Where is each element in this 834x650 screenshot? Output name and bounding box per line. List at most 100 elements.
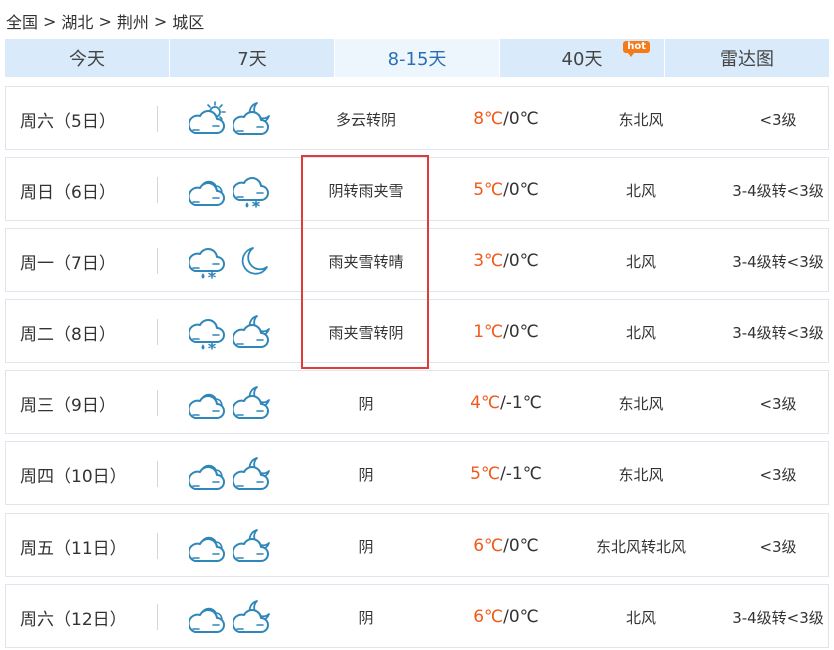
tab-label: 今天 bbox=[69, 49, 105, 70]
tab-today[interactable]: 今天 bbox=[5, 39, 169, 77]
moon-icon bbox=[233, 241, 271, 281]
wind-direction: 东北风 bbox=[618, 110, 664, 129]
temp-low: /0℃ bbox=[503, 536, 539, 556]
cloud-moon-icon bbox=[233, 383, 271, 423]
temp-low: /0℃ bbox=[503, 251, 539, 271]
forecast-row: 周四（10日） 阴 5℃/-1℃ 东北风 <3级 bbox=[5, 441, 829, 505]
wind-direction: 东北风 bbox=[618, 465, 664, 484]
overcast-icon bbox=[189, 454, 227, 494]
forecast-tabs: 今天 7天 8-15天 40天 hot 雷达图 bbox=[5, 39, 829, 77]
cloud-moon-icon bbox=[233, 454, 271, 494]
tab-label: 40天 bbox=[561, 49, 603, 70]
day-label: 周六（12日） bbox=[20, 609, 127, 630]
tab-8-15-days[interactable]: 8-15天 bbox=[335, 39, 499, 77]
wind-level: 3-4级转<3级 bbox=[732, 608, 824, 627]
temp-high: 4℃ bbox=[470, 393, 501, 413]
cloud-moon-icon bbox=[233, 312, 271, 352]
column-divider bbox=[157, 319, 158, 345]
breadcrumb-item-country[interactable]: 全国 bbox=[6, 9, 38, 33]
breadcrumb-separator: > bbox=[43, 11, 57, 31]
temp-low: /0℃ bbox=[503, 607, 539, 627]
wind-level: <3级 bbox=[759, 465, 797, 484]
cloud-moon-icon bbox=[233, 526, 271, 566]
overcast-icon bbox=[189, 170, 227, 210]
weather-icons bbox=[189, 99, 271, 139]
day-label: 周日（6日） bbox=[20, 182, 116, 203]
tab-label: 雷达图 bbox=[720, 49, 774, 70]
column-divider bbox=[157, 106, 158, 132]
temp-low: /0℃ bbox=[503, 109, 539, 129]
wind-level: <3级 bbox=[759, 394, 797, 413]
weather-icons bbox=[189, 383, 271, 423]
wind-level: 3-4级转<3级 bbox=[732, 181, 824, 200]
weather-description: 雨夹雪转晴 bbox=[328, 252, 404, 271]
column-divider bbox=[157, 248, 158, 274]
weather-icons bbox=[189, 241, 271, 281]
sleet-icon bbox=[189, 312, 227, 352]
forecast-row: 周一（7日） 雨夹雪转晴 3℃/0℃ 北风 3-4级转<3级 bbox=[5, 228, 829, 292]
weather-icons bbox=[189, 526, 271, 566]
weather-icons bbox=[189, 170, 271, 210]
breadcrumb-separator: > bbox=[153, 11, 168, 31]
weather-icons bbox=[189, 454, 271, 494]
overcast-icon bbox=[189, 526, 227, 566]
wind-direction: 北风 bbox=[625, 181, 656, 200]
column-divider bbox=[157, 604, 158, 630]
temp-high: 6℃ bbox=[473, 607, 504, 627]
temperature: 8℃/0℃ bbox=[436, 87, 576, 151]
temp-high: 1℃ bbox=[473, 322, 504, 342]
breadcrumb-separator: > bbox=[98, 11, 112, 31]
day-label: 周二（8日） bbox=[20, 324, 116, 345]
cloud-moon-icon bbox=[233, 597, 271, 637]
column-divider bbox=[157, 177, 158, 203]
cloud-moon-icon bbox=[233, 99, 271, 139]
overcast-icon bbox=[189, 597, 227, 637]
weather-description: 阴 bbox=[358, 394, 374, 413]
tab-label: 7天 bbox=[237, 49, 267, 70]
tab-radar[interactable]: 雷达图 bbox=[665, 39, 829, 77]
wind-direction: 北风 bbox=[625, 323, 656, 342]
breadcrumb: 全国 > 湖北 > 荆州 > 城区 bbox=[6, 9, 204, 33]
day-label: 周五（11日） bbox=[20, 538, 127, 559]
wind-level: <3级 bbox=[759, 537, 797, 556]
weather-description: 阴 bbox=[358, 465, 374, 484]
temperature: 6℃/0℃ bbox=[436, 585, 576, 649]
column-divider bbox=[157, 461, 158, 487]
temp-low: /0℃ bbox=[503, 180, 539, 200]
forecast-row: 周五（11日） 阴 6℃/0℃ 东北风转北风 <3级 bbox=[5, 513, 829, 577]
wind-level: <3级 bbox=[759, 110, 797, 129]
wind-direction: 北风 bbox=[625, 252, 656, 271]
breadcrumb-item-district[interactable]: 城区 bbox=[172, 9, 204, 33]
temp-high: 8℃ bbox=[473, 109, 504, 129]
wind-direction: 东北风 bbox=[618, 394, 664, 413]
tab-40-days[interactable]: 40天 hot bbox=[500, 39, 664, 77]
weather-description: 多云转阴 bbox=[335, 110, 396, 129]
temp-high: 3℃ bbox=[473, 251, 504, 271]
tab-7-days[interactable]: 7天 bbox=[170, 39, 334, 77]
breadcrumb-item-province[interactable]: 湖北 bbox=[61, 9, 93, 33]
day-label: 周四（10日） bbox=[20, 466, 127, 487]
forecast-row: 周六（5日） 多云转阴 8℃/0℃ 东北风 <3级 bbox=[5, 86, 829, 150]
forecast-row: 周六（12日） 阴 6℃/0℃ 北风 3-4级转<3级 bbox=[5, 584, 829, 648]
temperature: 4℃/-1℃ bbox=[436, 371, 576, 435]
temperature: 1℃/0℃ bbox=[436, 300, 576, 364]
temperature: 5℃/-1℃ bbox=[436, 442, 576, 506]
weather-description: 阴转雨夹雪 bbox=[328, 181, 404, 200]
tab-label: 8-15天 bbox=[387, 49, 447, 70]
breadcrumb-item-city[interactable]: 荆州 bbox=[117, 9, 149, 33]
sleet-icon bbox=[189, 241, 227, 281]
overcast-icon bbox=[189, 383, 227, 423]
temperature: 5℃/0℃ bbox=[436, 158, 576, 222]
temp-low: /0℃ bbox=[503, 322, 539, 342]
weather-description: 阴 bbox=[358, 608, 374, 627]
forecast-row: 周二（8日） 雨夹雪转阴 1℃/0℃ 北风 3-4级转<3级 bbox=[5, 299, 829, 363]
temperature: 3℃/0℃ bbox=[436, 229, 576, 293]
weather-description: 雨夹雪转阴 bbox=[328, 323, 404, 342]
temp-low: /-1℃ bbox=[500, 393, 542, 413]
wind-direction: 东北风转北风 bbox=[595, 537, 686, 556]
weather-description: 阴 bbox=[358, 537, 374, 556]
column-divider bbox=[157, 390, 158, 416]
temperature: 6℃/0℃ bbox=[436, 514, 576, 578]
sleet-icon bbox=[233, 170, 271, 210]
day-label: 周六（5日） bbox=[20, 111, 116, 132]
